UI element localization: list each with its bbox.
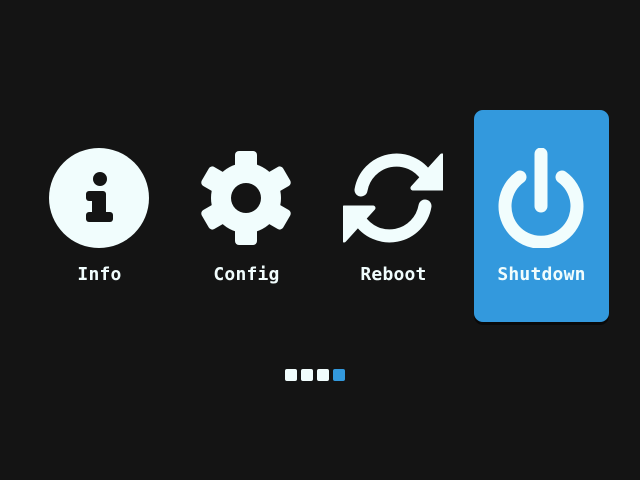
menu-item-reboot[interactable]: Reboot — [326, 110, 461, 322]
refresh-icon — [343, 148, 443, 248]
menu-item-info[interactable]: Info — [32, 110, 167, 322]
power-icon — [491, 148, 591, 248]
page-dot — [317, 369, 329, 381]
menu-item-label: Reboot — [360, 264, 427, 285]
page-dot — [285, 369, 297, 381]
page-dot — [301, 369, 313, 381]
menu-item-label: Config — [213, 264, 280, 285]
info-icon — [49, 148, 149, 248]
menu-item-label: Info — [77, 264, 122, 285]
gear-icon — [196, 148, 296, 248]
screen: Info Config Reboot Shutdown — [0, 0, 640, 480]
page-dot — [333, 369, 345, 381]
menu-item-label: Shutdown — [497, 264, 586, 285]
menu-item-config[interactable]: Config — [179, 110, 314, 322]
menu-item-shutdown[interactable]: Shutdown — [474, 110, 609, 322]
